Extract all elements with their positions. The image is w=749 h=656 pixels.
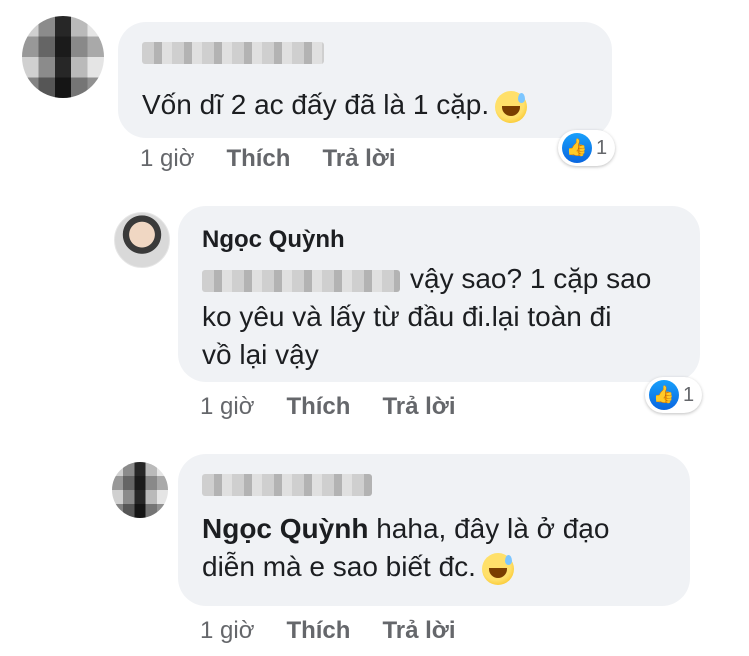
like-button[interactable]: Thích: [286, 393, 350, 421]
timestamp[interactable]: 1 giờ: [200, 393, 254, 421]
timestamp[interactable]: 1 giờ: [200, 617, 254, 645]
reply-button[interactable]: Trả lời: [382, 617, 455, 645]
reaction-count: 1: [683, 383, 695, 406]
comment-bubble: Vốn dĩ 2 ac đấy đã là 1 cặp.: [118, 22, 612, 138]
comment-actions: 1 giờ Thích Trả lời: [200, 617, 456, 645]
reaction-count: 1: [596, 136, 608, 159]
thumbs-up-icon: 👍: [562, 133, 592, 163]
blurred-author-name: [142, 42, 324, 64]
comment-bubble: Ngọc Quỳnh haha, đây là ở đạo diễn mà e …: [178, 454, 690, 606]
blurred-avatar-image: [22, 16, 104, 98]
comment-text: Vốn dĩ 2 ac đấy đã là 1 cặp.: [142, 86, 528, 124]
avatar[interactable]: [112, 462, 168, 518]
thumbs-up-icon: 👍: [649, 380, 679, 410]
comment-line-3: vồ lại vậy: [202, 339, 319, 370]
comment-text: vậy sao? 1 cặp sao ko yêu và lấy từ đầu …: [202, 260, 651, 374]
like-button[interactable]: Thích: [226, 145, 290, 173]
reaction-badge[interactable]: 👍 1: [645, 377, 703, 413]
timestamp[interactable]: 1 giờ: [140, 145, 194, 173]
sweat-smile-icon: [481, 552, 514, 585]
comment-actions: 1 giờ Thích Trả lời: [200, 393, 456, 421]
comment-1: Vốn dĩ 2 ac đấy đã là 1 cặp. 👍 1 1 giờ T…: [0, 0, 749, 190]
reply-button[interactable]: Trả lời: [322, 145, 395, 173]
reaction-badge[interactable]: 👍 1: [558, 130, 616, 166]
comment-line-1: Ngọc Quỳnh haha, đây là ở đạo: [202, 513, 610, 544]
avatar[interactable]: [22, 16, 104, 98]
blurred-avatar-image: [112, 462, 168, 518]
comment-actions: 1 giờ Thích Trả lời: [140, 145, 396, 173]
reply-button[interactable]: Trả lời: [382, 393, 455, 421]
blurred-mention: [202, 269, 400, 292]
comment-2: Ngọc Quỳnh vậy sao? 1 cặp sao ko yêu và …: [0, 200, 749, 440]
comment-line-2: diễn mà e sao biết đc.: [202, 548, 609, 586]
avatar[interactable]: [114, 212, 170, 268]
like-button[interactable]: Thích: [286, 617, 350, 645]
comment-line-2: ko yêu và lấy từ đầu đi.lại toàn đi: [202, 301, 612, 332]
blurred-author-name: [202, 474, 372, 496]
mention-link[interactable]: Ngọc Quỳnh: [202, 513, 368, 544]
comment-bubble: Ngọc Quỳnh vậy sao? 1 cặp sao ko yêu và …: [178, 206, 700, 382]
author-name[interactable]: Ngọc Quỳnh: [202, 226, 345, 254]
comment-text: Ngọc Quỳnh haha, đây là ở đạo diễn mà e …: [202, 510, 609, 586]
comment-text-content: Vốn dĩ 2 ac đấy đã là 1 cặp.: [142, 89, 490, 120]
sweat-smile-icon: [495, 90, 528, 123]
comment-line-1: vậy sao? 1 cặp sao: [202, 260, 651, 298]
comment-3: Ngọc Quỳnh haha, đây là ở đạo diễn mà e …: [0, 450, 749, 656]
